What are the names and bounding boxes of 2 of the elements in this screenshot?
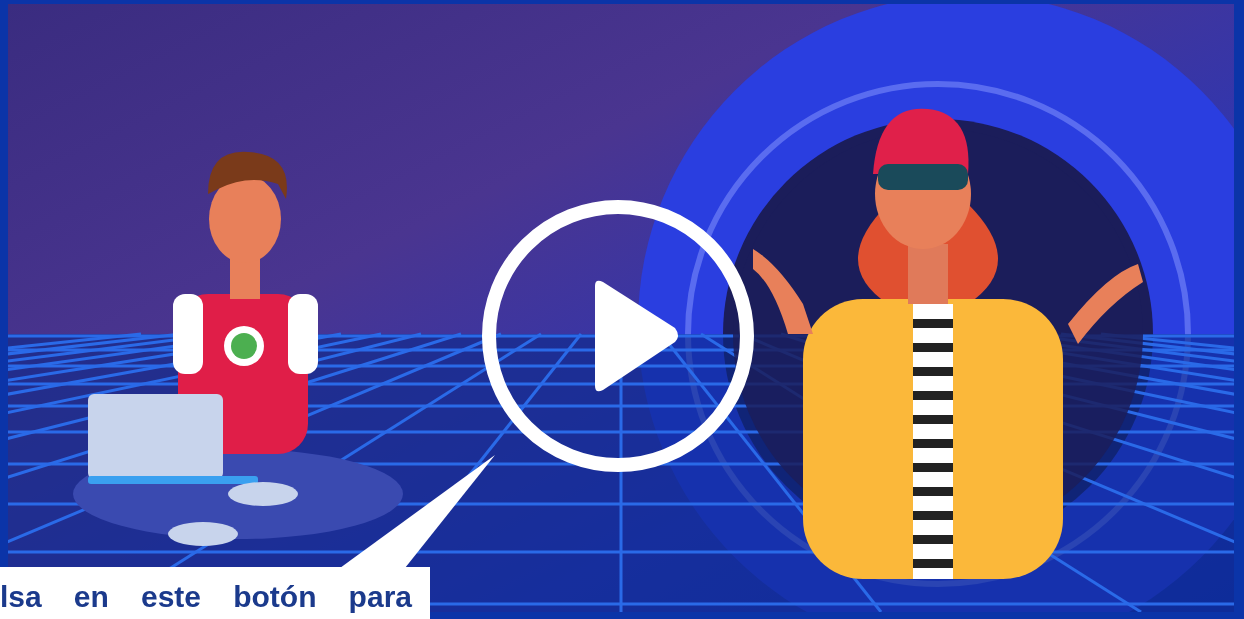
callout-text: lsa en este botón para xyxy=(0,567,430,619)
play-button[interactable] xyxy=(482,200,754,472)
